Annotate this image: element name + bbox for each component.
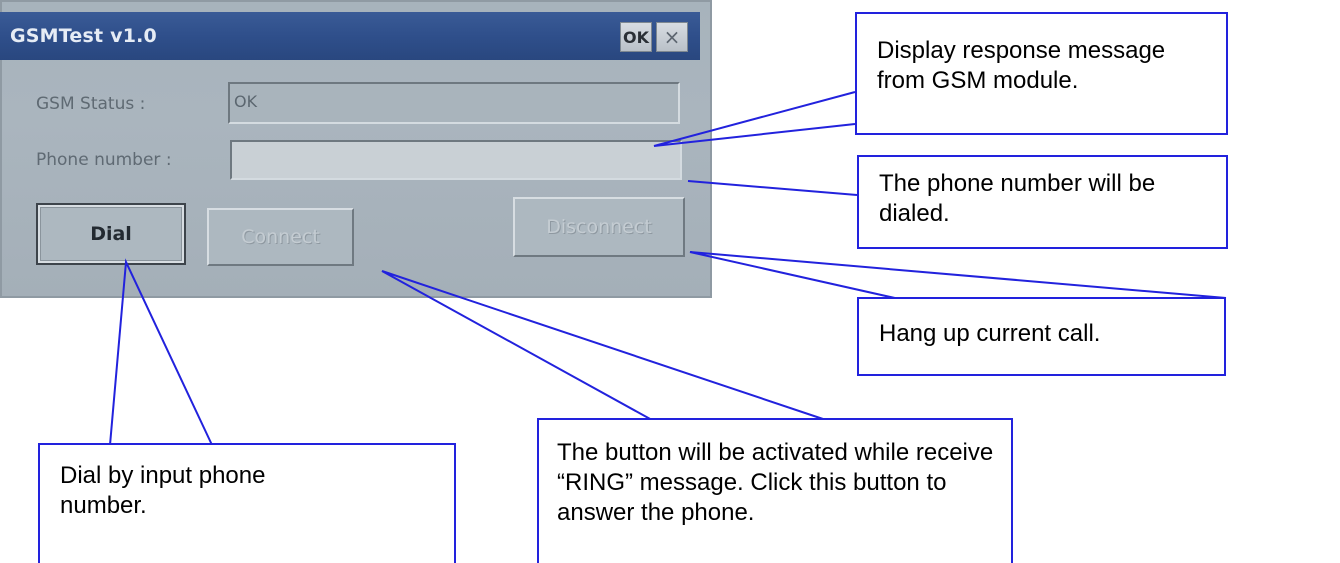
connect-connector xyxy=(381,270,827,421)
disconnect-connector xyxy=(689,251,1227,304)
dial-connector xyxy=(109,258,213,446)
phone-callout: The phone number will be dialed. xyxy=(857,155,1228,249)
status-connector xyxy=(653,91,856,147)
phone-connector xyxy=(687,180,858,196)
status-callout: Display response message from GSM module… xyxy=(855,12,1228,135)
dial-callout: Dial by input phone number. xyxy=(38,443,456,563)
disconnect-callout: Hang up current call. xyxy=(857,297,1226,376)
connect-callout: The button will be activated while recei… xyxy=(537,418,1013,563)
